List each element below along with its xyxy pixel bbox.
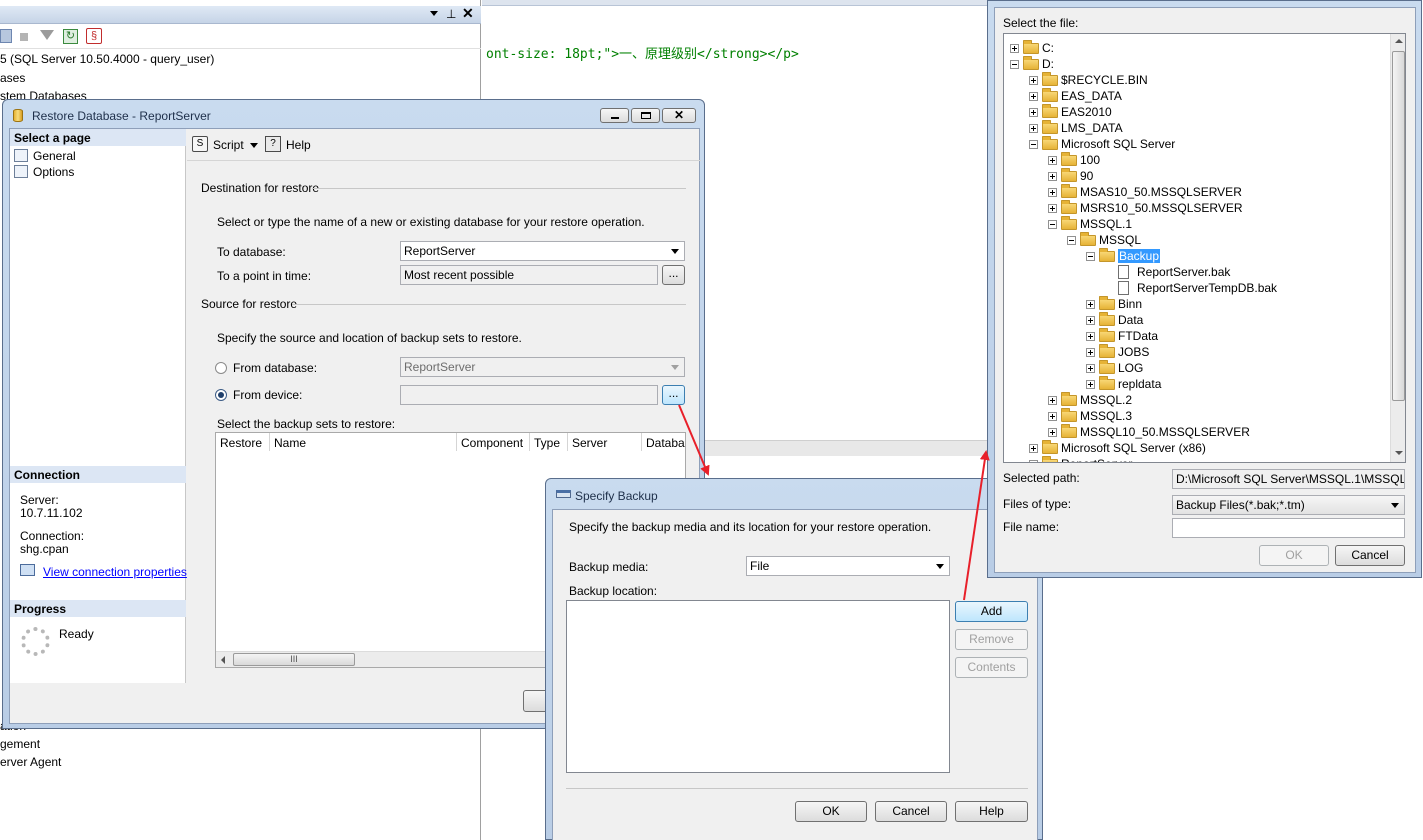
- arrow-add-to-locate: [963, 450, 990, 601]
- annotation-arrows: [678, 404, 990, 601]
- arrow-browse-to-specify: [678, 404, 710, 476]
